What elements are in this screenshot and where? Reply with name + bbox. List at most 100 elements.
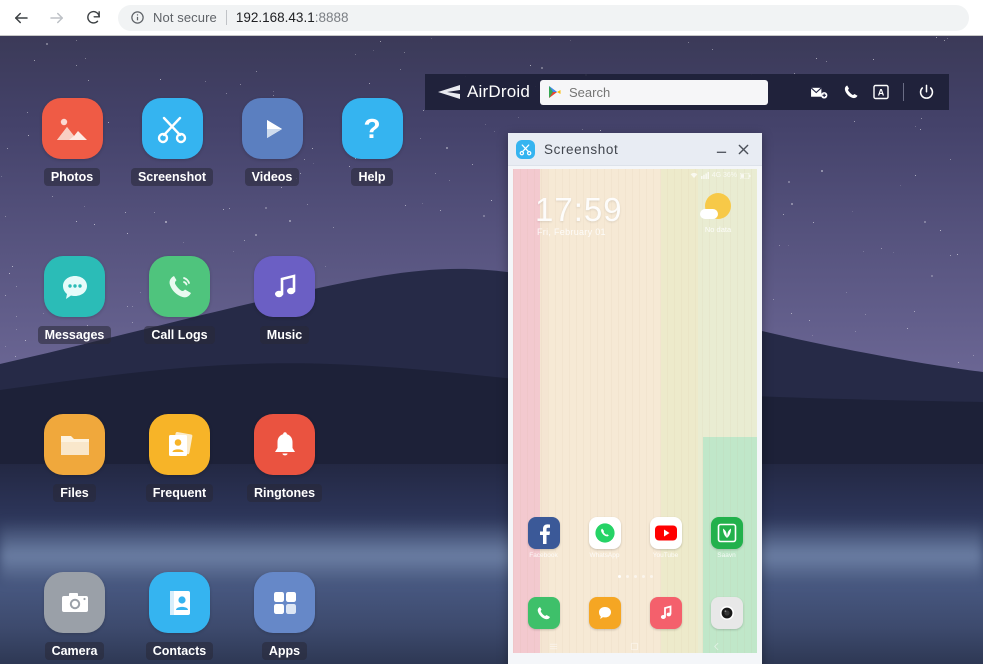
- youtube-icon: [649, 517, 682, 549]
- app-music[interactable]: Music: [232, 256, 337, 344]
- app-label: Contacts: [145, 642, 214, 660]
- app-help[interactable]: ? Help: [322, 98, 422, 186]
- saavn-icon: [710, 517, 743, 549]
- window-toolbar: SD: [508, 653, 762, 664]
- page-dot[interactable]: [625, 575, 629, 578]
- app-row: Messages Call Logs Music: [22, 256, 422, 344]
- phone-app-label: WhatsApp: [589, 552, 620, 559]
- search-input[interactable]: [569, 84, 761, 100]
- minimize-button[interactable]: [710, 138, 732, 160]
- url-host: 192.168.43.1: [235, 10, 315, 25]
- airdroid-logo[interactable]: AirDroid: [435, 82, 530, 102]
- app-screenshot[interactable]: Screenshot: [122, 98, 222, 186]
- back-button[interactable]: [6, 3, 36, 33]
- battery-icon: [740, 172, 751, 179]
- phone-dock-phone[interactable]: [520, 597, 568, 629]
- app-label: Frequent: [145, 484, 214, 502]
- message-dock-icon: [588, 597, 621, 629]
- app-label: Camera: [44, 642, 105, 660]
- app-photos[interactable]: Photos: [22, 98, 122, 186]
- page-dot[interactable]: [633, 575, 637, 578]
- phone-app-row: Facebook WhatsApp YouTube Saavn: [513, 517, 757, 559]
- app-call-logs[interactable]: Call Logs: [127, 256, 232, 344]
- mail-add-icon[interactable]: [810, 85, 829, 100]
- forward-button[interactable]: [42, 3, 72, 33]
- info-circle-icon[interactable]: [130, 10, 145, 25]
- phone-dock: [513, 597, 757, 629]
- app-contacts[interactable]: Contacts: [127, 572, 232, 660]
- phone-dock-messages[interactable]: [581, 597, 629, 629]
- phone-clock: 17:59: [535, 191, 623, 228]
- phone-weather-widget[interactable]: No data: [691, 193, 745, 234]
- airdroid-desktop: AirDroid Search A Photos Screenshot Vide…: [0, 36, 983, 664]
- app-label: Screenshot: [130, 168, 214, 186]
- page-dot[interactable]: [617, 575, 621, 578]
- app-label: Files: [53, 484, 96, 502]
- play-icon: [241, 98, 303, 159]
- camera-dock-icon: [710, 597, 743, 629]
- address-bar[interactable]: Not secure 192.168.43.1:8888: [118, 4, 969, 31]
- address-divider: [225, 10, 227, 25]
- app-messages[interactable]: Messages: [22, 256, 127, 344]
- page-dot[interactable]: [641, 575, 645, 578]
- phone-navigation-bar: [513, 639, 757, 653]
- airdroid-header: AirDroid Search A: [425, 74, 949, 110]
- url-port: :8888: [314, 10, 349, 25]
- camera-icon: [44, 572, 105, 633]
- signal-icon: [700, 172, 709, 179]
- music-dock-icon: [649, 597, 682, 629]
- close-button[interactable]: [732, 138, 754, 160]
- row-spacer: [22, 344, 422, 414]
- menu-icon[interactable]: [549, 642, 558, 651]
- app-row: Camera Contacts Apps: [22, 572, 422, 660]
- url-text: 192.168.43.1:8888: [236, 10, 349, 25]
- home-icon[interactable]: [630, 642, 639, 651]
- app-label: Call Logs: [144, 326, 215, 344]
- phone-icon[interactable]: [843, 84, 859, 100]
- row-spacer: [22, 502, 422, 572]
- phone-app-label: Facebook: [529, 552, 558, 559]
- contact-card-icon: [149, 414, 210, 475]
- scissors-icon: [516, 139, 535, 159]
- power-icon[interactable]: [918, 84, 935, 101]
- app-camera[interactable]: Camera: [22, 572, 127, 660]
- svg-text:A: A: [878, 88, 885, 98]
- screenshot-window: Screenshot 4G 36% 17:59 Fri, February 01: [508, 133, 762, 664]
- phone-wallpaper-grain: [513, 169, 757, 653]
- phone-app-facebook[interactable]: Facebook: [520, 517, 568, 559]
- phone-dock-camera[interactable]: [703, 597, 751, 629]
- photos-icon: [41, 98, 103, 159]
- page-dot[interactable]: [649, 575, 653, 578]
- app-box-icon[interactable]: A: [873, 84, 889, 100]
- whatsapp-icon: [588, 517, 621, 549]
- app-apps[interactable]: Apps: [232, 572, 337, 660]
- phone-mirror-screen[interactable]: 4G 36% 17:59 Fri, February 01 No data Fa…: [513, 169, 757, 653]
- phone-page-indicator: [513, 575, 757, 578]
- search-box[interactable]: [540, 79, 769, 105]
- bell-icon: [254, 414, 315, 475]
- phone-app-saavn[interactable]: Saavn: [703, 517, 751, 559]
- contacts-icon: [149, 572, 210, 633]
- header-icon-group: A: [810, 83, 939, 101]
- svg-text:?: ?: [363, 113, 380, 144]
- phone-app-youtube[interactable]: YouTube: [642, 517, 690, 559]
- app-ringtones[interactable]: Ringtones: [232, 414, 337, 502]
- app-label: Music: [259, 326, 310, 344]
- cloud-icon: [700, 209, 718, 219]
- app-label: Ringtones: [246, 484, 323, 502]
- app-label: Videos: [244, 168, 300, 186]
- phone-app-whatsapp[interactable]: WhatsApp: [581, 517, 629, 559]
- phone-status-text: 4G 36%: [711, 172, 737, 179]
- app-frequent[interactable]: Frequent: [127, 414, 232, 502]
- security-label: Not secure: [153, 10, 217, 25]
- phone-dock-music[interactable]: [642, 597, 690, 629]
- phone-weather-text: No data: [704, 225, 732, 234]
- window-title-bar[interactable]: Screenshot: [508, 133, 762, 166]
- app-files[interactable]: Files: [22, 414, 127, 502]
- app-videos[interactable]: Videos: [222, 98, 322, 186]
- back-icon[interactable]: [712, 642, 721, 651]
- sun-icon: [700, 193, 731, 219]
- app-row: Files Frequent Ringtones: [22, 414, 422, 502]
- phone-status-bar: 4G 36%: [690, 172, 751, 179]
- reload-button[interactable]: [78, 3, 108, 33]
